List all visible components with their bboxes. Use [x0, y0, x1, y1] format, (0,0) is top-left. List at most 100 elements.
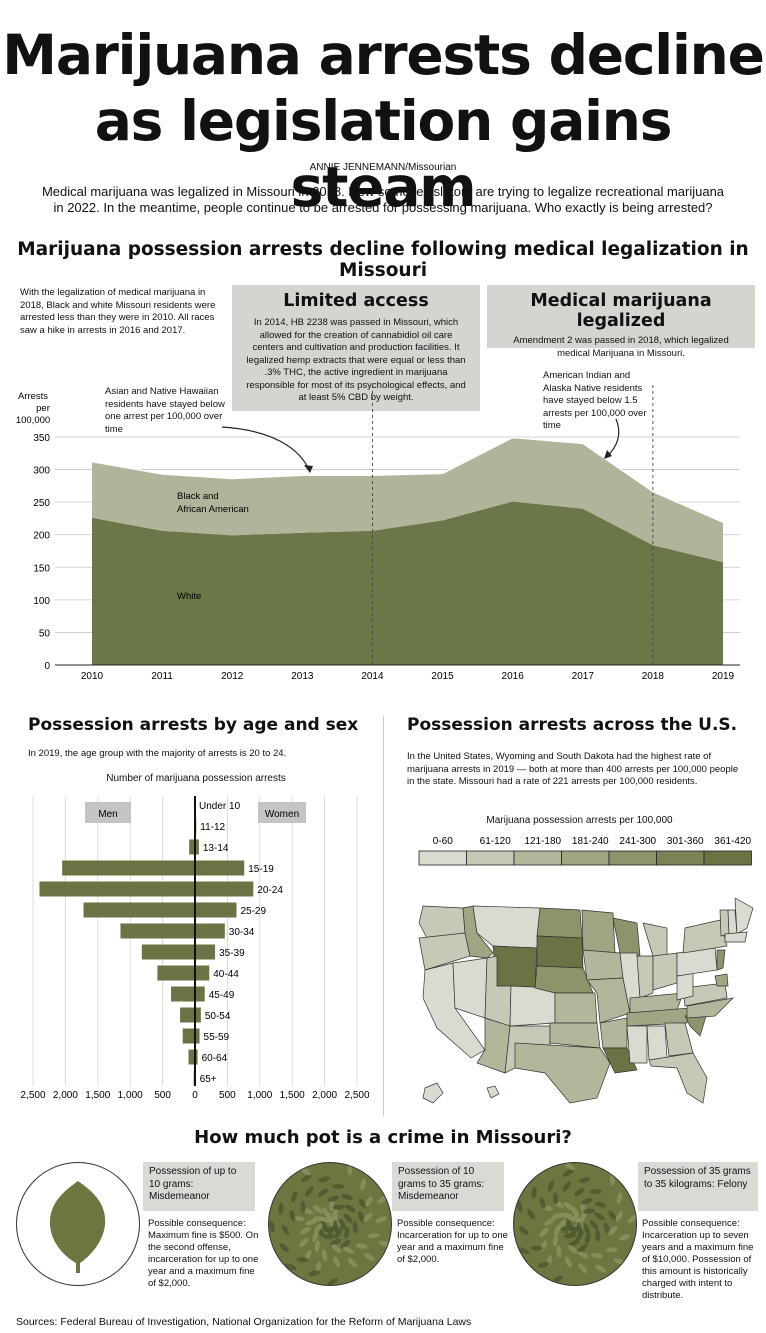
bar-women [195, 923, 225, 939]
y-tick-label: 200 [33, 531, 50, 542]
state-ak [422, 1082, 444, 1104]
bar-women [195, 881, 254, 897]
x-tick-label: 2013 [291, 671, 314, 682]
state-sd [536, 935, 584, 969]
x-tick-label: 2,000 [53, 1090, 78, 1101]
state-vt [719, 909, 730, 937]
pot-tier-1-head: Possession of up to 10 grams: Misdemeano… [143, 1162, 255, 1211]
legend-bin-label: 361-420 [714, 836, 751, 847]
y-tick-label: 100 [33, 596, 50, 607]
state-nj [716, 949, 726, 971]
age-category-label: 40-44 [213, 969, 239, 980]
bar-men [120, 923, 195, 939]
age-category-label: 25-29 [240, 906, 266, 917]
bar-women [195, 902, 237, 918]
pot-tier-3-head: Possession of 35 grams to 35 kilograms: … [638, 1162, 758, 1211]
legend-bin-label: 241-300 [619, 836, 656, 847]
bar-men [171, 986, 195, 1002]
y-tick-label: 350 [33, 433, 50, 444]
series-label-white: White [177, 591, 201, 602]
series-label-black-1: Black and [177, 491, 219, 502]
age-sex-bar-chart: Under 10 11-12 13-14 15-19 20-24 25-29 30-34 35… [20, 796, 370, 1101]
state-md [714, 973, 729, 987]
bar-men [157, 965, 195, 981]
x-tick-label: 2011 [151, 671, 173, 682]
state-hi [486, 1085, 500, 1099]
pot-tier-2-body: Possible consequence: Incarceration for … [397, 1218, 508, 1265]
age-category-label: 11-12 [200, 822, 225, 833]
us-map-title: Possession arrests across the U.S. [407, 715, 738, 735]
legend-swatch [656, 850, 705, 866]
state-oh [652, 952, 678, 991]
state-me [734, 898, 754, 935]
bar-men [39, 881, 196, 897]
state-ia [582, 949, 624, 981]
age-sex-title: Possession arrests by age and sex [28, 715, 359, 735]
y-axis-label-3: 100,000 [16, 415, 50, 426]
sources: Sources: Federal Bureau of Investigation… [16, 1316, 472, 1328]
x-tick-label: 1,000 [247, 1090, 272, 1101]
age-category-label: 60-64 [202, 1053, 228, 1064]
state-nd [536, 907, 583, 939]
medical-legalized-box: Medical marijuana legalized Amendment 2 … [487, 285, 755, 359]
bar-men [182, 1028, 195, 1044]
x-tick-label: 500 [154, 1090, 171, 1101]
state-ar [599, 1017, 628, 1049]
x-tick-label: 2015 [431, 671, 454, 682]
chart1-note: With the legalization of medical marijua… [20, 287, 216, 336]
pot-medium-image [268, 1162, 392, 1286]
annotation-american-indian: American Indian and Alaska Native reside… [543, 370, 647, 431]
x-tick-label: 2,500 [344, 1090, 369, 1101]
age-category-label: 13-14 [203, 843, 229, 854]
age-category-label: 50-54 [205, 1011, 231, 1022]
y-axis-label-1: Arrests [18, 391, 48, 402]
x-tick-label: 500 [219, 1090, 236, 1101]
state-wi [612, 917, 641, 957]
intro-text: Medical marijuana was legalized in Misso… [41, 184, 725, 215]
legend-swatch [608, 850, 657, 866]
legend-swatch [513, 850, 562, 866]
state-al [646, 1025, 668, 1061]
age-category-label: 35-39 [219, 948, 245, 959]
limited-access-title: Limited access [283, 291, 429, 311]
section-divider [383, 716, 384, 1116]
state-ma [724, 931, 748, 943]
bar-men [83, 902, 195, 918]
y-tick-label: 150 [33, 563, 50, 574]
us-choropleth-map [418, 898, 754, 1104]
x-tick-label: 2016 [502, 671, 525, 682]
x-tick-label: 1,500 [85, 1090, 110, 1101]
state-mn [581, 909, 616, 954]
bar-women [195, 860, 245, 876]
pot-tier-2-head: Possession of 10 grams to 35 grams: Misd… [392, 1162, 504, 1211]
age-category-label: 15-19 [248, 864, 274, 875]
x-tick-label: 2019 [712, 671, 735, 682]
medical-legalized-text: Amendment 2 was passed in 2018, which le… [513, 335, 729, 359]
state-mi [642, 922, 668, 957]
x-tick-label: 2017 [572, 671, 595, 682]
state-in [636, 955, 654, 999]
bar-men [180, 1007, 195, 1023]
legend-bin-label: 121-180 [524, 836, 561, 847]
byline: ANNIE JENNEMANN/Missourian [309, 162, 457, 173]
x-tick-label: 1,500 [280, 1090, 305, 1101]
y-tick-label: 0 [44, 661, 50, 672]
bar-men [62, 860, 195, 876]
state-wy [492, 945, 538, 989]
pot-large-image [513, 1162, 637, 1286]
bar-women [195, 944, 216, 960]
legend-swatch [561, 850, 610, 866]
us-map-note: In the United States, Wyoming and South … [407, 751, 739, 787]
y-tick-label: 50 [39, 628, 51, 639]
men-label: Men [98, 809, 117, 820]
pot-leaf-small-image [16, 1162, 140, 1286]
age-category-label: 55-59 [204, 1032, 230, 1043]
state-ks [554, 992, 598, 1024]
age-category-label: 65+ [200, 1074, 217, 1085]
bar-women [195, 965, 210, 981]
age-category-label: Under 10 [199, 801, 241, 812]
legend-swatch [418, 850, 467, 866]
x-tick-label: 0 [192, 1090, 198, 1101]
state-ok [549, 1022, 601, 1049]
series-label-black-2: African American [177, 504, 249, 515]
